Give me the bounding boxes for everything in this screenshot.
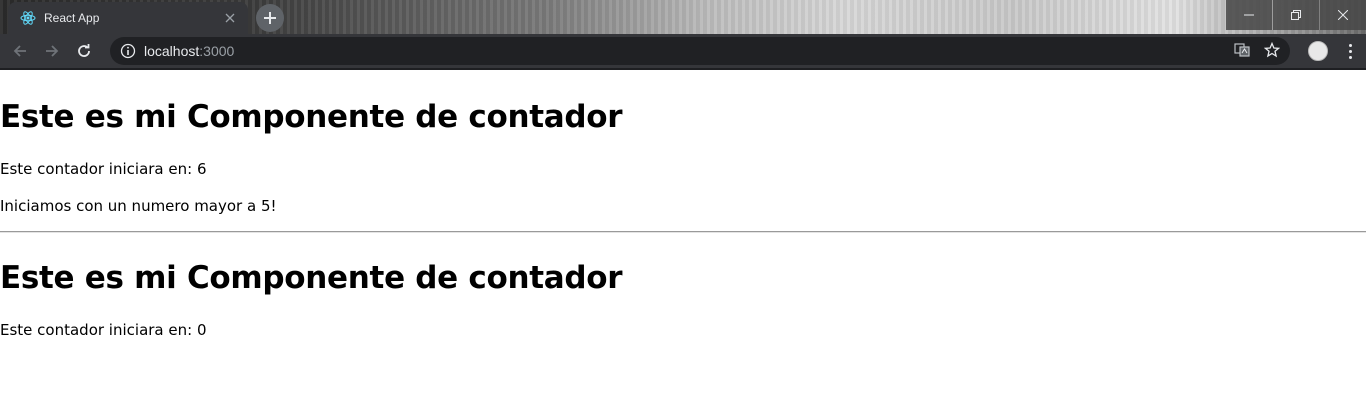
counter-message: Iniciamos con un numero mayor a 5!: [0, 197, 277, 215]
title-bar: React App: [0, 0, 1366, 34]
forward-button[interactable]: [36, 35, 68, 67]
forward-arrow-icon: [46, 45, 59, 57]
divider: [0, 231, 1366, 233]
kebab-menu-icon[interactable]: [1342, 41, 1358, 61]
back-button[interactable]: [4, 35, 36, 67]
star-icon[interactable]: [1263, 41, 1281, 62]
restore-icon: [1291, 10, 1301, 20]
back-arrow-icon: [13, 45, 26, 57]
restore-button[interactable]: [1273, 0, 1319, 30]
minimize-button[interactable]: [1226, 0, 1272, 30]
window-close-button[interactable]: [1320, 0, 1366, 30]
counter-start-text: Este contador iniciara en: 0: [0, 321, 207, 339]
plus-icon: [264, 12, 276, 24]
reload-button[interactable]: [68, 35, 100, 67]
new-tab-button[interactable]: [256, 4, 284, 32]
translate-icon[interactable]: [1234, 42, 1250, 62]
window-controls: [1226, 0, 1366, 30]
counter-start-text: Este contador iniciara en: 6: [0, 160, 207, 178]
react-favicon-icon: [20, 10, 36, 26]
url-port: :3000: [199, 43, 235, 59]
tab-title: React App: [44, 11, 100, 25]
browser-tab[interactable]: React App: [8, 2, 248, 34]
address-bar[interactable]: localhost:3000: [110, 37, 1290, 65]
reload-icon: [78, 44, 90, 57]
tab-close-icon[interactable]: [222, 10, 238, 26]
minimize-icon: [1244, 14, 1254, 16]
url-text: localhost:3000: [144, 43, 234, 59]
counter-heading: Este es mi Componente de contador: [0, 99, 623, 135]
info-icon[interactable]: [120, 43, 136, 59]
counter-heading: Este es mi Componente de contador: [0, 260, 623, 296]
url-host: localhost: [144, 43, 200, 59]
avatar[interactable]: [1308, 41, 1328, 61]
window-close-icon: [1338, 10, 1348, 20]
browser-toolbar: localhost:3000: [0, 34, 1366, 70]
page-content: Este es mi Componente de contador Este c…: [0, 72, 1366, 404]
